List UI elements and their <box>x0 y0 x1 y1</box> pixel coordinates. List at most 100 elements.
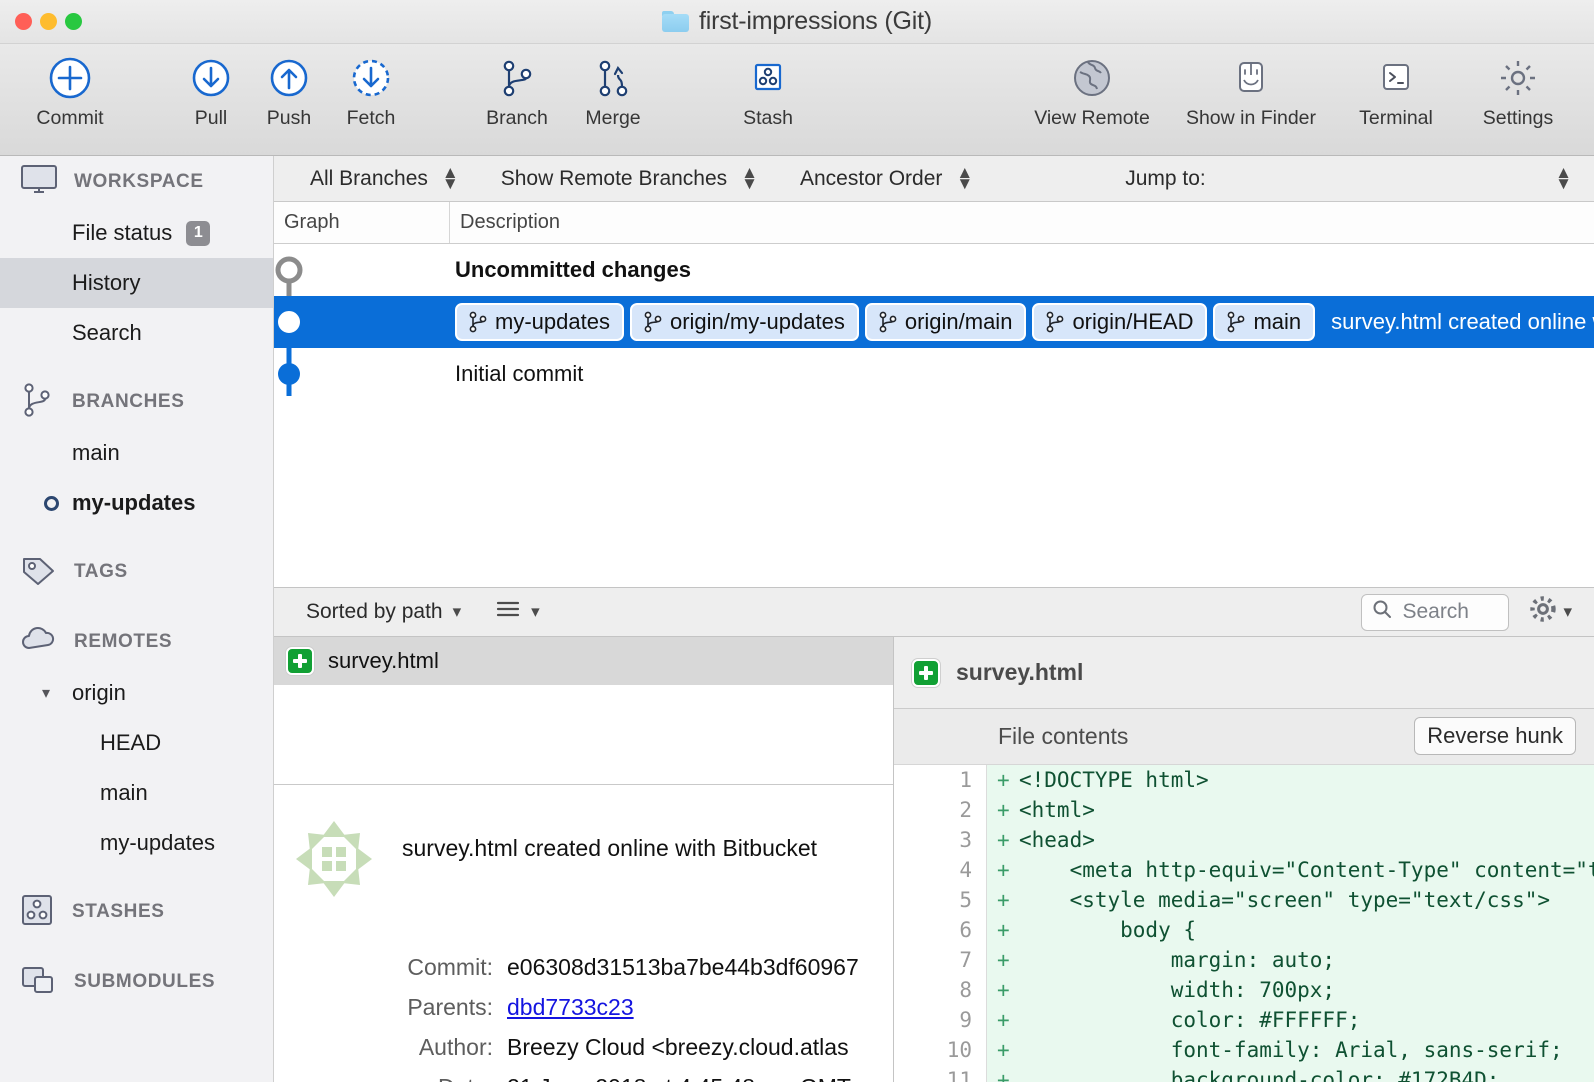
pull-down-arrow-icon <box>187 52 235 104</box>
push-up-arrow-icon <box>265 52 313 104</box>
sidebar-item-search[interactable]: Search <box>0 308 273 358</box>
window-title: first-impressions (Git) <box>699 7 932 36</box>
commit-detail-fields: Commit: e06308d31513ba7be44b3df60967 Par… <box>292 947 893 1082</box>
file-list-item[interactable]: survey.html <box>274 637 893 685</box>
merge-icon <box>589 52 637 104</box>
branch-chip[interactable]: my-updates <box>455 303 624 341</box>
stepper-icon[interactable]: ▲▼ <box>442 168 459 189</box>
line-content: + width: 700px; <box>986 975 1594 1005</box>
show-in-finder-button[interactable]: Show in Finder <box>1166 44 1336 130</box>
jump-to-dropdown[interactable]: ▲▼ <box>1555 168 1572 189</box>
commit-detail-header: survey.html created online with Bitbucke… <box>292 817 893 901</box>
list-view-dropdown[interactable]: ▾ <box>495 599 540 625</box>
tag-icon <box>20 554 58 591</box>
view-remote-button[interactable]: View Remote <box>1018 44 1166 130</box>
line-number: 5 <box>894 885 986 915</box>
diff-body[interactable]: 1 +<!DOCTYPE html> 2 +<html> 3 +<head> <box>894 765 1594 1082</box>
branch-button[interactable]: Branch <box>469 44 565 130</box>
terminal-button[interactable]: Terminal <box>1336 44 1456 130</box>
push-button[interactable]: Push <box>250 44 328 130</box>
diff-sign: + <box>997 1005 1019 1035</box>
sidebar-item-remote-origin[interactable]: ▾ origin <box>0 668 273 718</box>
stepper-icon[interactable]: ▲▼ <box>1555 168 1572 189</box>
monitor-icon <box>20 164 58 201</box>
line-text: <head> <box>1019 828 1095 852</box>
diff-line: 2 +<html> <box>894 795 1594 825</box>
jump-to-label: Jump to: <box>1125 167 1206 191</box>
order-filter-dropdown[interactable]: Ancestor Order ▲▼ <box>800 167 973 191</box>
branch-icon <box>644 311 662 333</box>
sort-dropdown[interactable]: Sorted by path ▾ <box>306 600 461 624</box>
commit-button[interactable]: Commit <box>18 44 122 130</box>
pull-button[interactable]: Pull <box>172 44 250 130</box>
column-header-description[interactable]: Description <box>450 211 560 234</box>
diff-sign: + <box>997 795 1019 825</box>
sidebar: WORKSPACE File status 1 History Search <box>0 156 274 1082</box>
stepper-icon[interactable]: ▲▼ <box>741 168 758 189</box>
sidebar-item-branch-my-updates[interactable]: my-updates <box>0 478 273 528</box>
file-name: survey.html <box>328 648 439 674</box>
branch-chip-label: origin/main <box>905 309 1013 335</box>
finder-icon <box>1227 52 1275 104</box>
sidebar-item-remote-my-updates[interactable]: my-updates <box>0 818 273 868</box>
fetch-button[interactable]: Fetch <box>328 44 414 130</box>
line-number: 9 <box>894 1005 986 1035</box>
sidebar-item-history[interactable]: History <box>0 258 273 308</box>
sidebar-item-remote-head[interactable]: HEAD <box>0 718 273 768</box>
lower-panes: survey.html <box>274 637 1594 1082</box>
file-added-icon <box>912 659 940 687</box>
file-options-gear-button[interactable]: ▾ <box>1529 595 1572 629</box>
reverse-hunk-button[interactable]: Reverse hunk <box>1414 717 1576 755</box>
branch-chip[interactable]: origin/my-updates <box>630 303 859 341</box>
diff-line: 10 + font-family: Arial, sans-serif; <box>894 1035 1594 1065</box>
chevron-down-icon: ▾ <box>453 602 462 622</box>
remote-filter-dropdown[interactable]: Show Remote Branches ▲▼ <box>501 167 758 191</box>
changed-file-list[interactable]: survey.html <box>274 637 893 785</box>
commit-list[interactable]: Uncommitted changes <box>274 244 1594 587</box>
close-button[interactable] <box>15 13 32 30</box>
branch-filter-dropdown[interactable]: All Branches ▲▼ <box>310 167 459 191</box>
sidebar-item-remote-main[interactable]: main <box>0 768 273 818</box>
file-added-icon <box>286 647 314 675</box>
commit-row-selected[interactable]: my-updates origin/my-updates <box>274 296 1594 348</box>
diff-line: 9 + color: #FFFFFF; <box>894 1005 1594 1035</box>
sidebar-item-branch-main[interactable]: main <box>0 428 273 478</box>
branch-chip[interactable]: main <box>1213 303 1315 341</box>
content-area: All Branches ▲▼ Show Remote Branches ▲▼ … <box>274 156 1594 1082</box>
parent-hash-link[interactable]: dbd7733c23 <box>507 994 634 1020</box>
diff-line: 7 + margin: auto; <box>894 945 1594 975</box>
merge-button[interactable]: Merge <box>565 44 661 130</box>
list-view-icon <box>495 599 521 625</box>
search-input[interactable]: Search <box>1361 594 1509 631</box>
line-content: +<head> <box>986 825 1594 855</box>
sidebar-section-title: TAGS <box>74 561 128 583</box>
branch-chip[interactable]: origin/main <box>865 303 1027 341</box>
sidebar-section-title: WORKSPACE <box>74 171 204 193</box>
terminal-icon <box>1372 52 1420 104</box>
branch-icon <box>493 52 541 104</box>
diff-sign: + <box>997 1065 1019 1082</box>
sidebar-item-file-status[interactable]: File status 1 <box>0 208 273 258</box>
maximize-button[interactable] <box>65 13 82 30</box>
diff-sign: + <box>997 975 1019 1005</box>
branch-label: Branch <box>486 107 548 130</box>
sidebar-section-remotes: REMOTES <box>0 616 273 668</box>
commit-row-initial[interactable]: Initial commit <box>274 348 1594 400</box>
diff-sign: + <box>997 885 1019 915</box>
commit-detail-panel: survey.html created online with Bitbucke… <box>274 785 893 1082</box>
minimize-button[interactable] <box>40 13 57 30</box>
stepper-icon[interactable]: ▲▼ <box>956 168 973 189</box>
stash-button[interactable]: Stash <box>723 44 813 130</box>
chevron-down-icon[interactable]: ▾ <box>42 683 62 703</box>
line-content: +<!DOCTYPE html> <box>986 765 1594 795</box>
title-bar: first-impressions (Git) <box>0 0 1594 44</box>
commit-description: survey.html created online with Bitbucke… <box>1331 309 1594 335</box>
column-header-graph[interactable]: Graph <box>274 202 450 243</box>
commit-row-uncommitted[interactable]: Uncommitted changes <box>274 244 1594 296</box>
line-number: 11 <box>894 1065 986 1082</box>
commit-plus-icon <box>46 52 94 104</box>
chevron-down-icon: ▾ <box>1563 602 1572 622</box>
branch-chip[interactable]: origin/HEAD <box>1032 303 1207 341</box>
settings-button[interactable]: Settings <box>1456 44 1580 130</box>
commit-description: Uncommitted changes <box>455 257 691 283</box>
